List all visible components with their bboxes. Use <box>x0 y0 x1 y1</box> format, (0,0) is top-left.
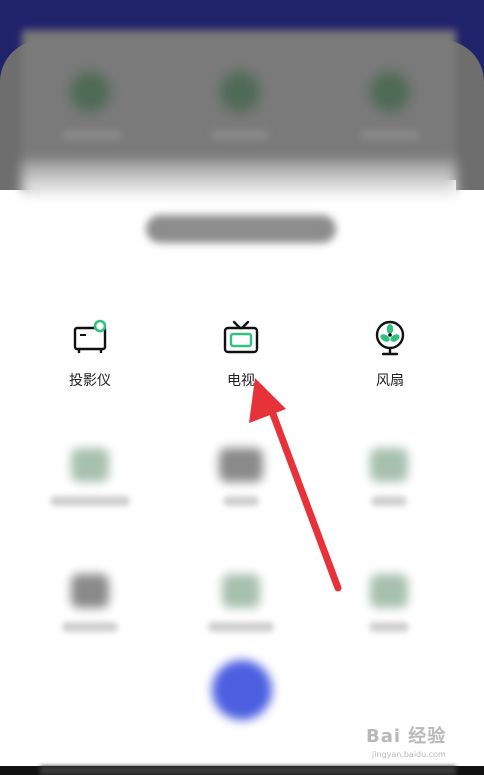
blurred-device <box>334 574 444 632</box>
watermark-main: Bai 经验 <box>366 726 447 747</box>
blurred-device <box>186 448 296 506</box>
blurred-label <box>62 130 122 140</box>
blurred-label <box>360 130 420 140</box>
blurred-device <box>35 448 145 506</box>
fan-icon <box>375 320 405 356</box>
blurred-device <box>186 574 296 632</box>
blurred-icon <box>220 72 260 112</box>
blurred-device <box>35 574 145 632</box>
device-label: 投影仪 <box>69 373 111 389</box>
device-fan[interactable]: 风扇 <box>340 318 440 390</box>
blurred-label <box>210 130 270 140</box>
watermark-sub: jingyan.baidu.com <box>372 750 446 759</box>
device-projector[interactable]: 投影仪 <box>40 318 140 390</box>
blurred-title <box>146 215 336 243</box>
device-label: 电视 <box>227 373 255 389</box>
projector-icon <box>73 319 107 353</box>
blurred-icon <box>370 72 410 112</box>
blurred-icon <box>70 72 110 112</box>
navigation-bar <box>40 766 456 775</box>
device-tv[interactable]: 电视 <box>191 318 291 390</box>
device-label: 风扇 <box>376 373 404 389</box>
fade-overlay <box>22 160 456 200</box>
baidu-watermark: Bai 经验 jingyan.baidu.com <box>366 722 466 764</box>
tv-icon <box>223 320 259 354</box>
blurred-device <box>334 448 444 506</box>
add-device-button[interactable] <box>212 660 272 720</box>
